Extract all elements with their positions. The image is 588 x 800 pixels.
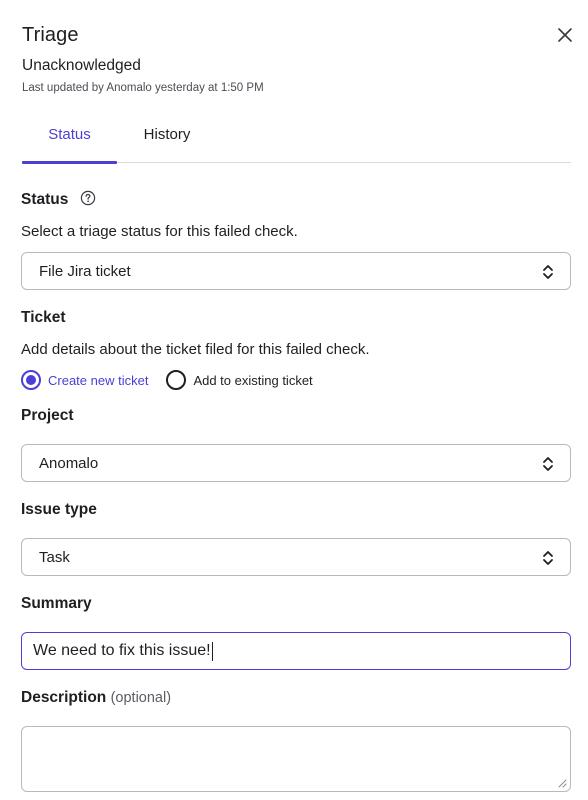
description-heading: Description (optional) — [21, 689, 171, 707]
close-button[interactable] — [554, 24, 576, 46]
triage-state-label: Unacknowledged — [22, 57, 141, 74]
issue-type-select-value: Task — [39, 548, 70, 566]
description-heading-label: Description — [21, 689, 107, 706]
chevron-up-down-icon — [543, 265, 553, 279]
summary-input-value: We need to fix this issue! — [33, 642, 211, 659]
tab-history[interactable]: History — [137, 118, 197, 163]
panel-title: Triage — [22, 24, 79, 46]
add-to-existing-ticket-label: Add to existing ticket — [193, 372, 313, 388]
summary-input[interactable]: We need to fix this issue! — [21, 632, 571, 670]
create-new-ticket-label: Create new ticket — [48, 372, 149, 388]
create-new-ticket-radio[interactable]: Create new ticket — [21, 370, 148, 390]
description-textarea[interactable] — [21, 726, 571, 792]
issue-type-select[interactable]: Task — [21, 538, 571, 576]
radio-unchecked-icon — [166, 370, 187, 390]
status-select-value: File Jira ticket — [39, 262, 131, 280]
text-caret — [211, 641, 213, 661]
close-icon — [558, 28, 572, 42]
status-hint: Select a triage status for this failed c… — [21, 223, 298, 240]
last-updated-text: Last updated by Anomalo yesterday at 1:5… — [22, 82, 264, 94]
ticket-heading: Ticket — [21, 309, 66, 326]
question-circle-icon[interactable] — [80, 190, 96, 206]
issue-type-heading: Issue type — [21, 501, 97, 518]
tab-status[interactable]: Status — [22, 118, 117, 164]
tab-bar: Status History — [22, 118, 571, 164]
add-to-existing-ticket-radio[interactable]: Add to existing ticket — [166, 370, 313, 390]
status-select[interactable]: File Jira ticket — [21, 252, 571, 290]
project-select-value: Anomalo — [39, 454, 99, 472]
summary-heading: Summary — [21, 595, 92, 612]
optional-label: (optional) — [110, 690, 172, 706]
project-heading: Project — [21, 407, 74, 424]
status-heading: Status — [21, 191, 69, 208]
chevron-up-down-icon — [543, 457, 553, 471]
project-select[interactable]: Anomalo — [21, 444, 571, 482]
chevron-up-down-icon — [543, 551, 553, 565]
radio-checked-icon — [21, 370, 41, 390]
ticket-hint: Add details about the ticket filed for t… — [21, 341, 370, 358]
resize-grip-icon[interactable] — [558, 779, 567, 788]
ticket-mode-radio-group: Create new ticket Add to existing ticket — [21, 369, 313, 391]
